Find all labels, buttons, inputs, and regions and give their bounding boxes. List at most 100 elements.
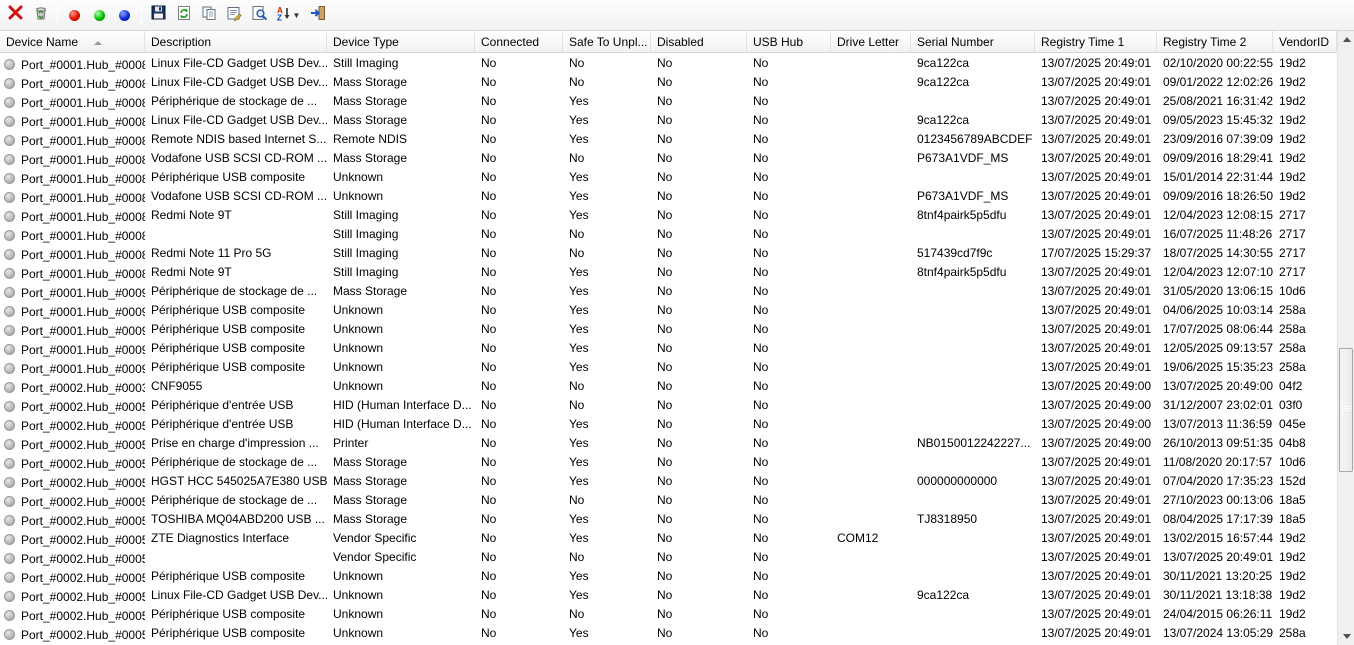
- column-header-usb-hub[interactable]: USB Hub: [747, 31, 831, 53]
- cell-device-type: Unknown: [333, 303, 384, 317]
- cell-drive-letter: [831, 244, 911, 263]
- table-row[interactable]: Port_#0002.Hub_#0005 Prise en charge d'im…: [0, 434, 1337, 453]
- cell-device-type: Mass Storage: [333, 94, 408, 108]
- column-header-connected[interactable]: Connected: [475, 31, 563, 53]
- cell-serial-number: 8tnf4pairk5p5dfu: [917, 265, 1007, 279]
- column-header-registry-time-2[interactable]: Registry Time 2: [1157, 31, 1273, 53]
- cell-registry-time-1: 13/07/2025 20:49:01: [1041, 284, 1152, 298]
- table-row[interactable]: Port_#0002.Hub_#0005 ZTE Diagnostics Inte…: [0, 529, 1337, 548]
- triangle-down-icon: [1342, 634, 1351, 639]
- table-row[interactable]: Port_#0001.Hub_#0009 Périphérique USB com…: [0, 320, 1337, 339]
- find-button[interactable]: [246, 3, 271, 27]
- column-header-vendor-id[interactable]: VendorID: [1273, 31, 1337, 53]
- cell-registry-time-2: 30/11/2021 13:20:25: [1163, 569, 1273, 583]
- cell-safe-to-unplug: Yes: [569, 512, 589, 526]
- table-row[interactable]: Port_#0001.Hub_#0009 Périphérique USB com…: [0, 339, 1337, 358]
- table-row[interactable]: Port_#0002.Hub_#0005 TOSHIBA MQ04ABD200 U…: [0, 510, 1337, 529]
- table-row[interactable]: Port_#0002.Hub_#0005 Périphérique USB com…: [0, 605, 1337, 624]
- cell-device-type: Mass Storage: [333, 455, 408, 469]
- vertical-scrollbar[interactable]: [1337, 31, 1354, 645]
- toolbar: A Z ▼: [0, 0, 1354, 31]
- usb-device-icon: [4, 591, 15, 602]
- cell-registry-time-2: 19/06/2025 15:35:23: [1163, 360, 1273, 374]
- column-header-serial-number[interactable]: Serial Number: [911, 31, 1035, 53]
- cell-device-name: Port_#0002.Hub_#0003: [0, 377, 145, 396]
- red-ball-button[interactable]: [62, 3, 87, 27]
- table-row[interactable]: Port_#0001.Hub_#0008 Remote NDIS based In…: [0, 130, 1337, 149]
- uninstall-device-button[interactable]: [3, 3, 28, 27]
- remove-device-button[interactable]: [28, 3, 53, 27]
- cell-connected: No: [481, 132, 497, 146]
- table-row[interactable]: Port_#0001.Hub_#0008 Linux File-CD Gadget…: [0, 54, 1337, 73]
- cell-disabled: No: [657, 607, 673, 621]
- table-row[interactable]: Port_#0001.Hub_#0008 Vodafone USB SCSI CD…: [0, 149, 1337, 168]
- column-header-registry-time-1[interactable]: Registry Time 1: [1035, 31, 1157, 53]
- table-row[interactable]: Port_#0002.Hub_#0005 Périphérique de stoc…: [0, 453, 1337, 472]
- refresh-button[interactable]: [171, 3, 196, 27]
- cell-registry-time-1: 13/07/2025 20:49:01: [1041, 208, 1152, 222]
- blue-ball-button[interactable]: [112, 3, 137, 27]
- table-row[interactable]: Port_#0001.Hub_#0008 Périphérique USB com…: [0, 168, 1337, 187]
- table-row[interactable]: Port_#0001.Hub_#0008 Linux File-CD Gadget…: [0, 111, 1337, 130]
- column-header-disabled[interactable]: Disabled: [651, 31, 747, 53]
- table-row[interactable]: Port_#0001.Hub_#0008 Linux File-CD Gadget…: [0, 73, 1337, 92]
- table-row[interactable]: Port_#0001.Hub_#0008 Redmi Note 9T Still I…: [0, 206, 1337, 225]
- table-row[interactable]: Port_#0002.Hub_#0005 Périphérique d'entré…: [0, 396, 1337, 415]
- device-name-text: Port_#0001.Hub_#0008: [21, 114, 145, 129]
- cell-serial-number: [911, 624, 1035, 643]
- cell-registry-time-2: 31/05/2020 13:06:15: [1163, 284, 1273, 298]
- usb-device-icon: [4, 344, 15, 355]
- properties-button[interactable]: [221, 3, 246, 27]
- cell-vendor-id: 045e: [1279, 417, 1306, 431]
- cell-serial-number: [911, 605, 1035, 624]
- copy-button[interactable]: [196, 3, 221, 27]
- table-row[interactable]: Port_#0001.Hub_#0009 Périphérique USB com…: [0, 358, 1337, 377]
- usb-device-icon: [4, 382, 15, 393]
- cell-registry-time-2: 02/10/2020 00:22:55: [1163, 56, 1273, 70]
- cell-device-name: Port_#0001.Hub_#0008: [0, 263, 145, 282]
- scroll-up-button[interactable]: [1338, 31, 1354, 48]
- table-row[interactable]: Port_#0002.Hub_#0005 Périphérique d'entré…: [0, 415, 1337, 434]
- exit-button[interactable]: [305, 3, 330, 27]
- device-name-text: Port_#0002.Hub_#0005: [21, 608, 145, 623]
- cell-registry-time-2: 09/01/2022 12:02:26: [1163, 75, 1273, 89]
- device-name-text: Port_#0001.Hub_#0008: [21, 228, 145, 243]
- column-header-device-type[interactable]: Device Type: [327, 31, 475, 53]
- save-button[interactable]: [146, 3, 171, 27]
- column-header-safe-to-unplug[interactable]: Safe To Unpl...: [563, 31, 651, 53]
- column-header-device-name[interactable]: Device Name: [0, 31, 145, 53]
- sort-ascending-icon: [94, 40, 103, 45]
- table-row[interactable]: Port_#0002.Hub_#0005 Périphérique USB com…: [0, 567, 1337, 586]
- table-row[interactable]: Port_#0001.Hub_#0008 Still Imaging No No No N…: [0, 225, 1337, 244]
- sort-button[interactable]: A Z ▼: [271, 3, 305, 27]
- green-ball-button[interactable]: [87, 3, 112, 27]
- table-row[interactable]: Port_#0002.Hub_#0005 HGST HCC 545025A7E38…: [0, 472, 1337, 491]
- scrollbar-thumb[interactable]: [1339, 348, 1353, 472]
- column-header-drive-letter[interactable]: Drive Letter: [831, 31, 911, 53]
- table-row[interactable]: Port_#0002.Hub_#0005 Linux File-CD Gadget…: [0, 586, 1337, 605]
- table-row[interactable]: Port_#0001.Hub_#0008 Vodafone USB SCSI CD…: [0, 187, 1337, 206]
- cell-device-type: Printer: [333, 436, 369, 450]
- table-row[interactable]: Port_#0002.Hub_#0005 Périphérique de stoc…: [0, 491, 1337, 510]
- table-row[interactable]: Port_#0001.Hub_#0008 Redmi Note 11 Pro 5G…: [0, 244, 1337, 263]
- cell-serial-number: [911, 320, 1035, 339]
- scroll-down-button[interactable]: [1338, 628, 1354, 645]
- cell-drive-letter: [831, 510, 911, 529]
- column-header-description[interactable]: Description: [145, 31, 327, 53]
- cell-registry-time-2: 17/07/2025 08:06:44: [1163, 322, 1273, 336]
- cell-safe-to-unplug: Yes: [569, 284, 589, 298]
- table-row[interactable]: Port_#0001.Hub_#0008 Périphérique de stoc…: [0, 92, 1337, 111]
- exit-door-icon: [310, 5, 326, 26]
- table-row[interactable]: Port_#0001.Hub_#0009 Périphérique de stoc…: [0, 282, 1337, 301]
- cell-safe-to-unplug: No: [569, 493, 585, 507]
- table-row[interactable]: Port_#0001.Hub_#0008 Redmi Note 9T Still I…: [0, 263, 1337, 282]
- cell-drive-letter: [831, 130, 911, 149]
- table-row[interactable]: Port_#0002.Hub_#0005 Périphérique USB com…: [0, 624, 1337, 643]
- cell-device-type: Mass Storage: [333, 75, 408, 89]
- cell-registry-time-1: 13/07/2025 20:49:01: [1041, 75, 1152, 89]
- cell-usb-hub: No: [753, 75, 769, 89]
- table-row[interactable]: Port_#0002.Hub_#0005 Vendor Specific No No N…: [0, 548, 1337, 567]
- table-row[interactable]: Port_#0001.Hub_#0009 Périphérique USB com…: [0, 301, 1337, 320]
- table-row[interactable]: Port_#0002.Hub_#0003 CNF9055 Unknown No No No…: [0, 377, 1337, 396]
- cell-device-name: Port_#0001.Hub_#0008: [0, 149, 145, 168]
